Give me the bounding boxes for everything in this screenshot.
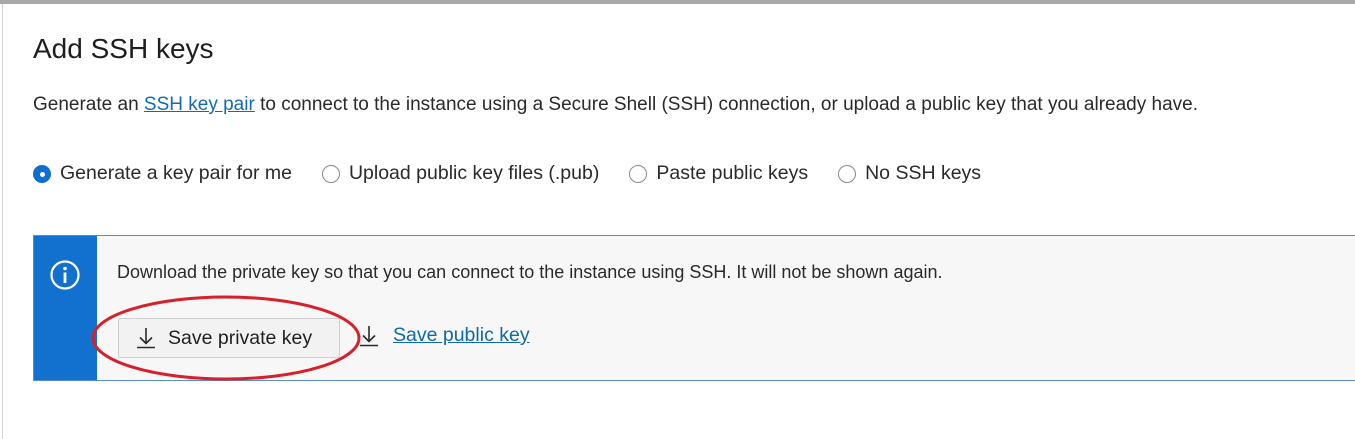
option-label: Generate a key pair for me xyxy=(60,162,292,184)
info-icon xyxy=(50,260,80,290)
description-text-after: to connect to the instance using a Secur… xyxy=(254,94,1198,115)
save-private-key-button[interactable]: Save private key xyxy=(118,318,340,358)
option-upload-public-key-files[interactable]: Upload public key files (.pub) xyxy=(321,162,600,185)
description-text-before: Generate an xyxy=(33,94,144,115)
option-label: No SSH keys xyxy=(865,162,982,184)
radio-button[interactable] xyxy=(838,164,857,183)
option-label: Paste public keys xyxy=(656,162,809,184)
download-icon xyxy=(137,328,155,349)
download-icon xyxy=(360,325,378,346)
ssh-key-pair-link[interactable]: SSH key pair xyxy=(144,94,255,115)
option-no-ssh-keys[interactable]: No SSH keys xyxy=(838,162,981,185)
notice-message: Download the private key so that you can… xyxy=(117,262,943,282)
radio-button[interactable] xyxy=(321,164,340,183)
info-notice: Download the private key so that you can… xyxy=(33,235,1355,381)
option-paste-public-keys[interactable]: Paste public keys xyxy=(629,162,808,185)
notice-accent-bar xyxy=(34,236,97,380)
save-public-key-link[interactable]: Save public key xyxy=(359,324,530,347)
ssh-key-options: Generate a key pair for me Upload public… xyxy=(33,162,1011,185)
save-public-key-label: Save public key xyxy=(393,324,530,346)
option-generate-key-pair[interactable]: Generate a key pair for me xyxy=(33,162,292,185)
option-label: Upload public key files (.pub) xyxy=(348,162,600,184)
radio-button[interactable] xyxy=(629,164,648,183)
top-divider xyxy=(0,0,1355,4)
save-private-key-label: Save private key xyxy=(168,326,313,349)
radio-button-selected[interactable] xyxy=(33,164,51,183)
page-title: Add SSH keys xyxy=(33,33,214,64)
left-border xyxy=(2,4,3,439)
description: Generate an SSH key pair to connect to t… xyxy=(33,94,1198,116)
